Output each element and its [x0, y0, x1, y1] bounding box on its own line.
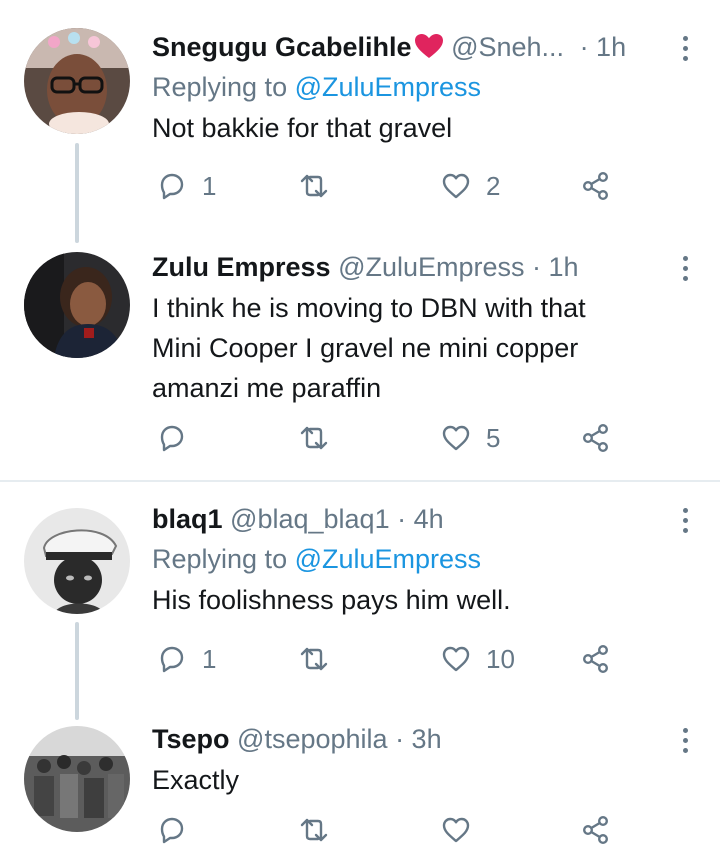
display-name[interactable]: Tsepo	[152, 724, 230, 754]
tweet[interactable]: blaq1 @blaq_blaq1 · 4h Replying to @Zulu…	[0, 482, 720, 720]
tweet-text: I think he is moving to DBN with that Mi…	[152, 288, 662, 408]
like-button[interactable]	[440, 814, 472, 846]
retweet-icon	[300, 426, 328, 450]
more-vertical-icon[interactable]	[680, 256, 690, 281]
reply-icon	[160, 646, 184, 673]
reply-button[interactable]	[156, 814, 188, 846]
thread-line	[75, 622, 79, 720]
tweet-actions: 1 10	[152, 643, 620, 683]
timestamp[interactable]: · 3h	[395, 724, 442, 754]
like-button[interactable]: 10	[440, 643, 515, 675]
handle[interactable]: @ZuluEmpress	[338, 252, 524, 282]
like-count: 5	[486, 422, 501, 453]
reply-icon	[160, 425, 184, 452]
replying-to-label: Replying to	[152, 72, 295, 102]
tweet[interactable]: Zulu Empress @ZuluEmpress · 1h I think h…	[0, 240, 720, 480]
replying-to: Replying to @ZuluEmpress	[152, 542, 662, 576]
reply-icon	[160, 817, 184, 844]
red-heart-emoji-icon	[412, 32, 444, 62]
retweet-icon	[300, 818, 328, 842]
more-vertical-icon[interactable]	[680, 728, 690, 753]
tweet-text: Not bakkie for that gravel	[152, 113, 453, 143]
timestamp[interactable]: · 1h	[532, 252, 579, 282]
handle[interactable]: @Sneh...	[451, 32, 564, 62]
more-vertical-icon[interactable]	[680, 508, 690, 533]
mention-link[interactable]: @ZuluEmpress	[295, 544, 481, 574]
handle[interactable]: @tsepophila	[237, 724, 388, 754]
retweet-button[interactable]	[298, 422, 330, 454]
handle[interactable]: @blaq_blaq1	[230, 504, 390, 534]
display-name[interactable]: Snegugu Gcabelihle	[152, 32, 412, 62]
tweet[interactable]: Snegugu Gcabelihle @Sneh... · 1h Replyin…	[0, 0, 720, 243]
reply-button[interactable]: 1	[156, 170, 216, 202]
tweet-text-line: amanzi me paraffin	[152, 373, 382, 403]
reply-count: 1	[202, 643, 217, 674]
mention-link[interactable]: @ZuluEmpress	[295, 72, 481, 102]
reply-icon	[160, 173, 184, 200]
tweet-actions	[152, 814, 620, 854]
share-button[interactable]	[580, 422, 612, 454]
avatar[interactable]	[24, 508, 130, 614]
heart-icon	[442, 646, 470, 672]
tweet-actions: 1 2	[152, 170, 620, 210]
tweet-text-line: I think he is moving to DBN with that	[152, 293, 586, 323]
reply-button[interactable]: 1	[156, 643, 216, 675]
retweet-button[interactable]	[298, 170, 330, 202]
heart-icon	[442, 425, 470, 451]
tweet[interactable]: Tsepo @tsepophila · 3h Exactly	[0, 712, 720, 859]
like-button[interactable]: 5	[440, 422, 500, 454]
reply-button[interactable]	[156, 422, 202, 454]
timestamp[interactable]: · 1h	[580, 32, 627, 62]
display-name[interactable]: blaq1	[152, 504, 223, 534]
heart-icon	[442, 173, 470, 199]
like-count: 10	[486, 643, 515, 674]
heart-icon	[442, 817, 470, 843]
timestamp[interactable]: · 4h	[397, 504, 444, 534]
thread-line	[75, 143, 79, 243]
share-icon	[583, 424, 608, 452]
replying-to: Replying to @ZuluEmpress	[152, 70, 662, 104]
avatar[interactable]	[24, 726, 130, 832]
display-name[interactable]: Zulu Empress	[152, 252, 331, 282]
tweet-text-line: Mini Cooper I gravel ne mini copper	[152, 333, 579, 363]
retweet-icon	[300, 174, 328, 198]
retweet-button[interactable]	[298, 643, 330, 675]
share-button[interactable]	[580, 170, 612, 202]
tweet-text: Exactly	[152, 765, 240, 795]
avatar[interactable]	[24, 252, 130, 358]
share-icon	[583, 171, 608, 201]
reply-count: 1	[202, 170, 217, 201]
like-count: 2	[486, 170, 501, 201]
avatar[interactable]	[24, 28, 130, 134]
retweet-button[interactable]	[298, 814, 330, 846]
share-icon	[583, 816, 608, 844]
like-button[interactable]: 2	[440, 170, 500, 202]
share-icon	[583, 645, 608, 673]
share-button[interactable]	[580, 643, 612, 675]
share-button[interactable]	[580, 814, 612, 846]
tweet-actions: 5	[152, 422, 620, 462]
tweet-text: His foolishness pays him well.	[152, 585, 511, 615]
replying-to-label: Replying to	[152, 544, 295, 574]
more-vertical-icon[interactable]	[680, 36, 690, 61]
retweet-icon	[300, 647, 328, 671]
